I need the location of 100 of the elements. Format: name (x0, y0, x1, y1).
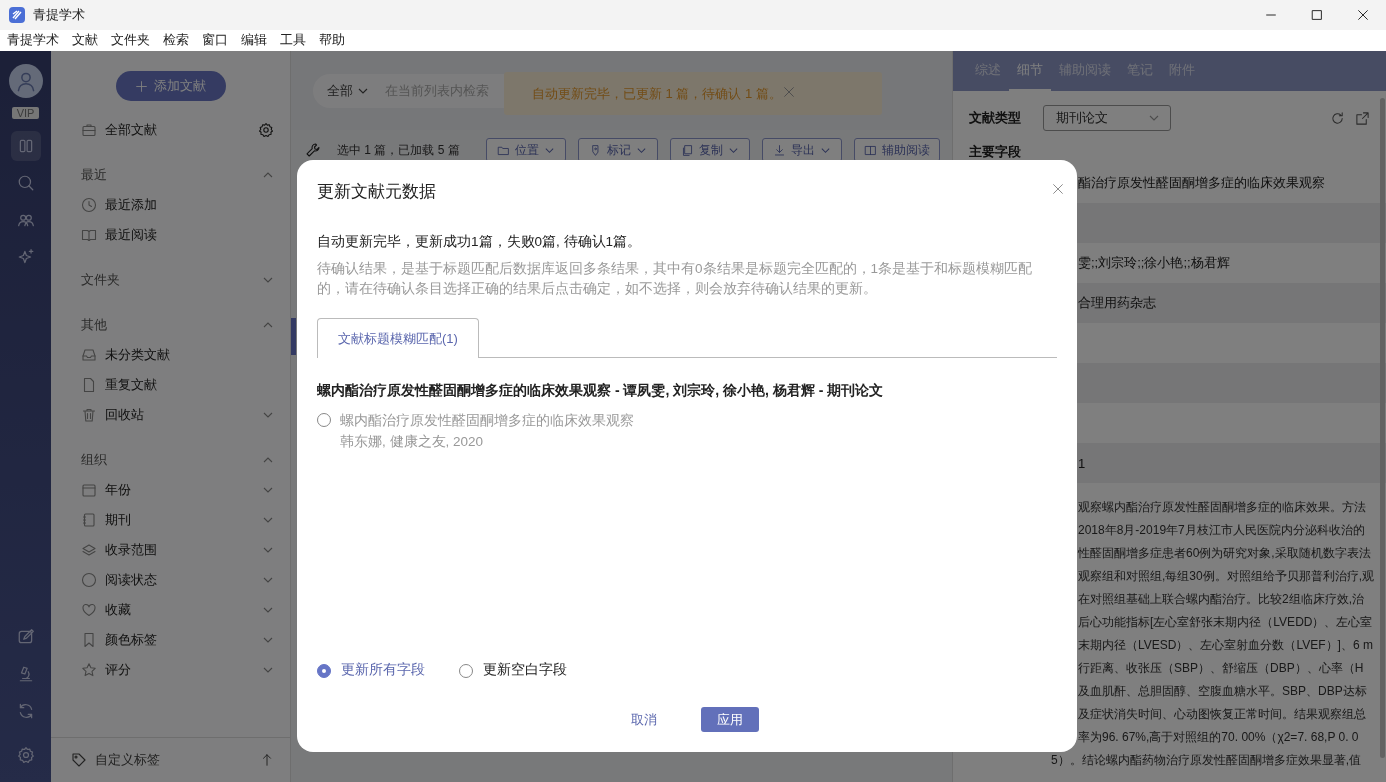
sidebar-item[interactable]: 重复文献 (51, 370, 290, 400)
abstract-line: 在对照组基础上联合螺内酯治疗。比较2组临床疗效,治 (1077, 591, 1365, 608)
sidebar-item[interactable]: 收藏 (51, 595, 290, 625)
abstract-line: 2018年8月-2019年7月枝江市人民医院内分泌科收治的 (1077, 522, 1366, 539)
match-tab[interactable]: 文献标题模糊匹配(1) (317, 318, 479, 358)
menu-item[interactable]: 文献 (72, 32, 98, 49)
sidebar-item[interactable]: 年份 (51, 475, 290, 505)
close-icon (1356, 8, 1370, 22)
trash-icon (81, 407, 97, 423)
abstract-line: 5）。结论螺内酯药物治疗原发性醛固酮增多症效果显著,值 (1050, 752, 1362, 769)
section-header[interactable]: 组织 (51, 445, 290, 475)
arrow-up-icon (260, 753, 274, 767)
abstract-line: 末期内径（LVESD）、左心室射血分数（LVEF）]、6 m (1077, 637, 1374, 654)
sparkle-icon (16, 248, 35, 266)
inbox-icon (81, 347, 97, 363)
avatar[interactable] (8, 64, 43, 98)
external-link-icon (1355, 110, 1370, 126)
field-value: 合理用药杂志 (1078, 294, 1156, 312)
menu-item[interactable]: 文件夹 (111, 32, 150, 49)
sidebar-label: 颜色标签 (105, 631, 158, 649)
sidebar-label: 全部文献 (105, 121, 158, 139)
section-title: 最近 (81, 166, 108, 184)
sidebar-item[interactable]: 期刊 (51, 505, 290, 535)
toolbar-button[interactable]: 位置 (486, 138, 566, 162)
sidebar-label: 最近阅读 (105, 226, 158, 244)
sidebar-item[interactable]: 最近添加 (51, 190, 290, 220)
tag-icon (589, 143, 602, 157)
notebook-icon (81, 512, 97, 528)
section-title: 其他 (81, 316, 108, 334)
abstract-line: 及症状消失时间、心动图恢复正常时间。结果观察组总 (1077, 706, 1367, 723)
abstract-line: 性醛固酮增多症患者60例为研究对象,采取随机数字表法 (1077, 545, 1372, 562)
menu-item[interactable]: 青提学术 (7, 32, 59, 49)
section-header[interactable]: 最近 (51, 160, 290, 190)
menu-item[interactable]: 帮助 (319, 32, 345, 49)
toolbar-button[interactable]: 标记 (578, 138, 658, 162)
briefcase-icon (81, 122, 97, 138)
sidebar-item[interactable]: 未分类文献 (51, 340, 290, 370)
circle-icon (81, 572, 97, 588)
apply-button[interactable]: 应用 (701, 707, 759, 732)
sidebar-item[interactable]: 收录范围 (51, 535, 290, 565)
menu-item[interactable]: 编辑 (241, 32, 267, 49)
sidebar-item[interactable]: 回收站 (51, 400, 290, 430)
calendar-icon (81, 482, 97, 498)
sidebar-label: 评分 (105, 661, 132, 679)
radio-label[interactable]: 更新所有字段 (341, 661, 425, 679)
abstract-line: 观察组和对照组,每组30例。对照组给予贝那普利治疗,观 (1077, 568, 1375, 585)
scrollbar[interactable] (1380, 98, 1385, 758)
sidebar-label: 回收站 (105, 406, 145, 424)
selection-status: 选中 1 篇，已加载 5 篇 (337, 141, 461, 159)
option-meta: 韩东娜, 健康之友, 2020 (340, 433, 485, 451)
toolbar-button[interactable]: 辅助阅读 (854, 138, 940, 162)
app-logo-icon (9, 7, 25, 23)
sidebar-label: 年份 (105, 481, 132, 499)
dialog-title: 更新文献元数据 (317, 180, 437, 203)
field-value: 酯治疗原发性醛固酮增多症的临床效果观察 (1078, 174, 1325, 192)
abstract-line: 及血肌酐、总胆固醇、空腹血糖水平。SBP、DBP达标 (1077, 683, 1368, 700)
sidebar-label: 未分类文献 (105, 346, 171, 364)
edit-icon (16, 628, 35, 646)
document-icon (81, 377, 97, 393)
sidebar-item[interactable]: 颜色标签 (51, 625, 290, 655)
plus-icon (135, 79, 148, 93)
layers-icon (81, 542, 97, 558)
sidebar-label: 收录范围 (105, 541, 158, 559)
toolbar-button[interactable]: 导出 (762, 138, 842, 162)
field-value: 1 (1078, 455, 1086, 471)
vip-badge: VIP (11, 107, 40, 119)
sidebar-item[interactable]: 评分 (51, 655, 290, 685)
cancel-button[interactable]: 取消 (615, 707, 673, 732)
custom-tags-label[interactable]: 自定义标签 (95, 751, 252, 769)
add-document-button[interactable]: 添加文献 (115, 71, 226, 101)
menu-item[interactable]: 检索 (163, 32, 189, 49)
tag-icon (71, 752, 87, 768)
abstract-line: 后心功能指标[左心室舒张末期内径（LVEDD）、左心室 (1077, 614, 1374, 631)
match-group-title: 螺内酯治疗原发性醛固酮增多症的临床效果观察 - 谭夙雯, 刘宗玲, 徐小艳, 杨君辉 - 期刊论文 (317, 382, 885, 400)
refresh-icon (1330, 110, 1345, 126)
window-title: 青提学术 (33, 6, 86, 24)
star-icon (81, 662, 97, 678)
radio-button[interactable] (317, 663, 331, 678)
sidebar-item[interactable]: 阅读状态 (51, 565, 290, 595)
option-title: 螺内酯治疗原发性醛固酮增多症的临床效果观察 (340, 412, 634, 430)
menu-item[interactable]: 窗口 (202, 32, 228, 49)
sidebar-item[interactable]: 最近阅读 (51, 220, 290, 250)
type-dropdown[interactable]: 期刊论文 (1043, 105, 1171, 131)
settings-icon (258, 122, 274, 138)
sidebar-label: 最近添加 (105, 196, 158, 214)
clock-icon (81, 197, 97, 213)
sidebar-label: 重复文献 (105, 376, 158, 394)
abstract-line: 行距离、收张压（SBP）、舒缩压（DBP）、心率（H (1077, 660, 1365, 677)
summary-text: 自动更新完毕，更新成功1篇，失败0篇, 待确认1篇。 (317, 233, 643, 251)
section-title: 组织 (81, 451, 108, 469)
book-icon (81, 227, 97, 243)
menu-item[interactable]: 工具 (280, 32, 306, 49)
section-header[interactable]: 文件夹 (51, 265, 290, 295)
scope-dropdown[interactable]: 全部 (327, 81, 369, 100)
abstract-line: 率为96. 67%,高于对照组的70. 00%（χ2=7. 68,P 0. 0 (1077, 729, 1360, 746)
radio-label[interactable]: 更新空白字段 (483, 661, 567, 679)
all-documents-item[interactable]: 全部文献 (51, 115, 290, 145)
close-icon (781, 85, 796, 99)
section-header[interactable]: 其他 (51, 310, 290, 340)
toolbar-button[interactable]: 复制 (670, 138, 750, 162)
